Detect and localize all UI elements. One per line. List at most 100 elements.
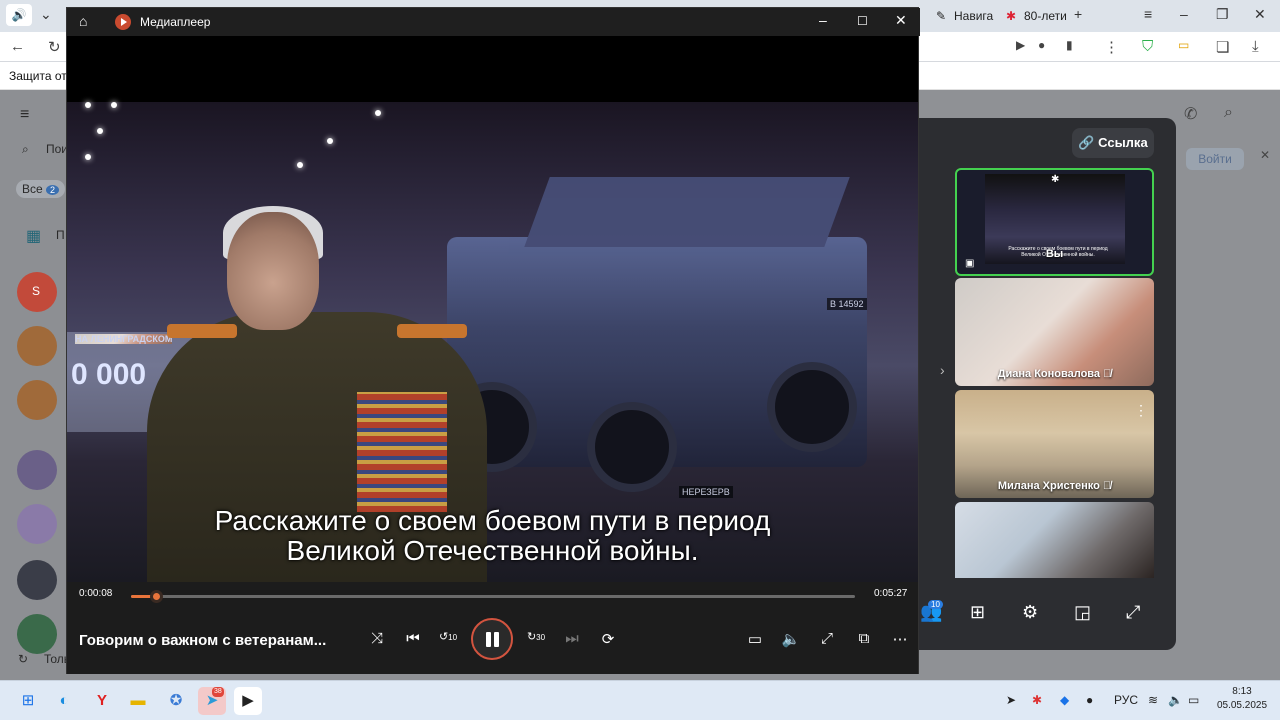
home-icon[interactable]: ⌂	[79, 13, 87, 29]
seek-bar-handle[interactable]	[150, 590, 164, 603]
language-indicator[interactable]: РУС	[1114, 693, 1138, 707]
restore-icon[interactable]: ❐	[1216, 6, 1229, 23]
skip-forward-icon[interactable]: ↻30	[525, 630, 547, 643]
chat-item-stub[interactable]: П	[56, 228, 65, 242]
edge-icon[interactable]: ◐	[50, 687, 78, 715]
pin-icon[interactable]: ✱	[1051, 174, 1059, 185]
menu-icon[interactable]: ≡	[1144, 6, 1152, 22]
mic-icon[interactable]: ●	[1038, 38, 1045, 52]
tab-all-label: Все	[22, 182, 43, 196]
previous-icon[interactable]: ⏮	[402, 630, 424, 647]
avatar[interactable]	[17, 560, 57, 600]
subtitles-icon[interactable]: ▭	[744, 630, 766, 648]
subtitle-line: Великой Отечественной войны.	[286, 535, 699, 566]
avatar[interactable]	[17, 504, 57, 544]
participant-tile-self[interactable]: Расскажите о своем боевом пути в период …	[955, 168, 1154, 276]
settings-icon[interactable]: ⚙	[1022, 602, 1038, 623]
start-icon[interactable]: ⊞	[14, 687, 42, 715]
search-input-stub[interactable]: Пои	[46, 142, 68, 156]
more-icon[interactable]: ⋮	[1104, 38, 1119, 56]
collections-icon[interactable]: ❏	[1216, 38, 1229, 56]
more-options-icon[interactable]: ⋯	[889, 630, 911, 648]
video-frame[interactable]: НА ЛЕНИНГРАДСКОМ 0 000 В 14592 НЕРЕЗЕРВ …	[67, 36, 918, 582]
skip-back-icon[interactable]: ↺10	[437, 630, 459, 643]
link-button-label: Ссылка	[1098, 135, 1148, 150]
security-tray-icon[interactable]: ◆	[1060, 693, 1069, 707]
link-button[interactable]: 🔗 Ссылка	[1072, 128, 1154, 158]
minimize-icon[interactable]: –	[819, 12, 827, 28]
battery-icon[interactable]: ▭	[1178, 38, 1189, 52]
microphone-icon[interactable]: ●	[1086, 693, 1093, 707]
participant-name: Вы	[1045, 248, 1064, 260]
media-player-logo-icon	[115, 14, 131, 30]
current-time: 0:00:08	[79, 588, 113, 599]
browser-tab-navigator[interactable]: ✎ Навига	[932, 4, 993, 28]
seek-bar-area: 0:00:08 0:05:27	[67, 582, 918, 610]
wifi-icon[interactable]: ≋	[1148, 693, 1158, 707]
participant-tile[interactable]: Милана Христенко 🎙̸	[955, 390, 1154, 498]
next-icon[interactable]: ⏭	[561, 630, 583, 647]
mini-player-icon[interactable]: ⧉	[853, 630, 875, 647]
avatar[interactable]	[17, 326, 57, 366]
close-icon[interactable]: ✕	[1260, 148, 1270, 162]
search-icon[interactable]: ⌕	[22, 142, 29, 157]
reply-icon: ↻	[18, 652, 29, 666]
yandex-browser-icon[interactable]: Y	[88, 687, 116, 715]
pause-button[interactable]	[471, 618, 513, 660]
telegram-tray-icon[interactable]: ➤	[1006, 693, 1016, 707]
tab-label: Навига	[954, 9, 994, 23]
app-title: Медиаплеер	[140, 15, 211, 29]
grid-icon[interactable]: ⊞	[970, 602, 985, 623]
participant-name-label: Милана Христенко	[997, 480, 1100, 492]
volume-icon[interactable]: 🔈	[1168, 693, 1183, 707]
fullscreen-icon[interactable]: ⤢	[1126, 602, 1140, 623]
reload-icon[interactable]: ↻	[48, 38, 61, 56]
search-icon[interactable]: ⌕	[1224, 104, 1233, 122]
tray-app-icon[interactable]: ✱	[1032, 693, 1042, 707]
minimize-icon[interactable]: –	[1180, 6, 1188, 22]
tile-more-icon[interactable]: ⋮	[1134, 402, 1148, 419]
new-tab-icon[interactable]: +	[1074, 6, 1082, 22]
telegram-icon[interactable]: ➤ 38	[198, 687, 226, 715]
app-icon[interactable]: ✪	[162, 687, 190, 715]
audio-tab-button[interactable]: 🔊	[6, 4, 32, 26]
participant-tile[interactable]: Диана Коновалова 🎙̸	[955, 278, 1154, 386]
volume-icon[interactable]: 🔈	[780, 630, 802, 648]
avatar[interactable]: S	[17, 272, 57, 312]
phone-icon[interactable]: ✆	[1184, 104, 1197, 124]
close-icon[interactable]: ✕	[895, 12, 907, 29]
download-icon[interactable]: ⤓	[1252, 38, 1259, 55]
shuffle-icon[interactable]: ⤨	[366, 630, 388, 647]
pip-icon[interactable]: ◲	[1074, 602, 1091, 623]
maximize-icon[interactable]: ☐	[857, 14, 868, 28]
file-explorer-icon[interactable]: ▬	[124, 687, 152, 715]
hamburger-icon[interactable]: ≡	[20, 106, 29, 124]
folder-icon[interactable]: ▦	[26, 226, 41, 246]
join-button[interactable]: Войти	[1186, 148, 1244, 170]
back-icon[interactable]: ←	[10, 38, 25, 55]
battery-icon[interactable]: ▭	[1188, 693, 1199, 707]
ceiling-light	[85, 102, 91, 108]
repeat-icon[interactable]: ⟳	[597, 630, 619, 648]
avatar[interactable]	[17, 450, 57, 490]
chevron-right-icon[interactable]: ›	[940, 362, 945, 378]
ceiling-light	[297, 162, 303, 168]
media-player-taskbar-icon[interactable]: ▶	[234, 687, 262, 715]
close-icon[interactable]: ✕	[1254, 6, 1266, 23]
tab-list-chevron-icon[interactable]: ⌄	[40, 6, 52, 23]
browser-tab-80[interactable]: ✱ 80-лети	[1002, 4, 1067, 28]
avatar[interactable]	[17, 614, 57, 654]
player-controls: Говорим о важном с ветеранам... ⤨ ⏮ ↺10 …	[67, 610, 918, 674]
fullscreen-icon[interactable]: ⤢	[816, 630, 838, 647]
participant-tile[interactable]	[955, 502, 1154, 578]
taskbar: ⊞ ◐ Y ▬ ✪ ➤ 38 ▶ ➤ ✱ ◆ ● РУС ≋ 🔈 ▭ 8:13 0…	[0, 680, 1280, 720]
clock[interactable]: 8:13 05.05.2025	[1212, 685, 1272, 713]
bookmark-icon[interactable]: ▮	[1066, 38, 1073, 52]
avatar[interactable]	[17, 380, 57, 420]
participant-name: Диана Коновалова 🎙̸	[955, 368, 1154, 380]
tab-all[interactable]: Все 2	[16, 180, 66, 198]
shield-icon[interactable]: ⛉	[1142, 38, 1153, 55]
seek-bar[interactable]	[131, 590, 855, 603]
tab-label: 80-лети	[1024, 9, 1067, 23]
camera-icon[interactable]: ▶	[1016, 38, 1025, 52]
